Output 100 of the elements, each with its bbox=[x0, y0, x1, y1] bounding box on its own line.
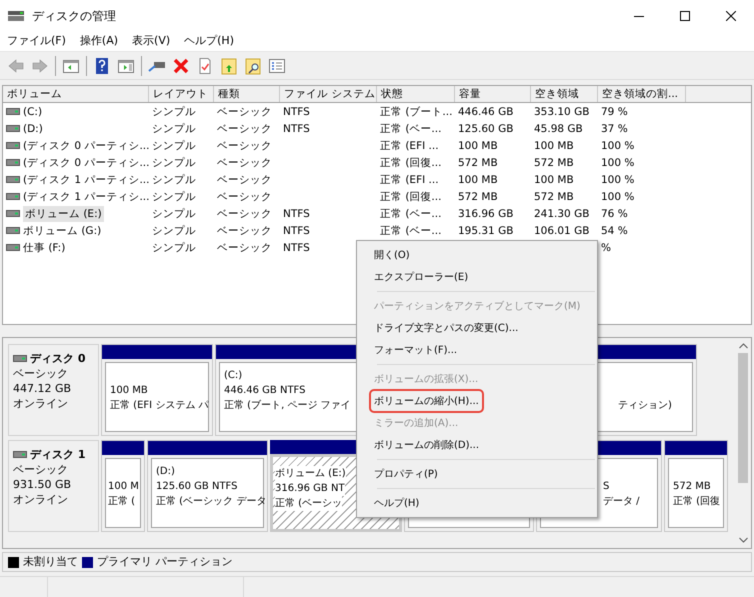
table-cell-text: シンプル bbox=[152, 156, 196, 170]
table-cell-text: 353.10 GB bbox=[534, 104, 590, 120]
partition-text: データ / bbox=[603, 495, 640, 509]
partition-text: 446.46 GB NTFS bbox=[224, 384, 306, 398]
partition-block[interactable]: (D:) 125.60 GB NTFS 正常 (ベーシック データ bbox=[147, 440, 268, 532]
disk-info-panel[interactable]: ディスク 0 ベーシック 447.12 GB オンライン bbox=[8, 344, 99, 436]
table-cell-text: ベーシック bbox=[217, 156, 272, 170]
table-cell-text: NTFS bbox=[283, 240, 310, 256]
table-cell-text: 572 MB bbox=[458, 190, 498, 204]
table-cell-text: 572 MB bbox=[458, 156, 498, 170]
table-cell-text: 100 % bbox=[601, 138, 634, 154]
legend-label: プライマリ パーティション bbox=[97, 554, 232, 570]
disk-status: オンライン bbox=[13, 396, 69, 411]
partition-text: 572 MB bbox=[673, 480, 711, 494]
column-header[interactable]: 種類 bbox=[214, 86, 280, 102]
table-cell-text: 45.98 GB bbox=[534, 122, 583, 136]
partition-text: 125.60 GB NTFS bbox=[156, 480, 238, 494]
table-cell-text: 241.30 GB bbox=[534, 206, 590, 222]
disk-size: 447.12 GB bbox=[13, 381, 72, 396]
column-header[interactable]: 容量 bbox=[455, 86, 531, 102]
partition-text: 正常 (回復 bbox=[673, 494, 720, 509]
table-cell-text: NTFS bbox=[283, 224, 310, 238]
table-cell-text: ベーシック bbox=[217, 240, 272, 256]
table-cell-text: ベーシック bbox=[217, 138, 272, 154]
table-cell-text: ベーシック bbox=[217, 190, 272, 204]
menu-item[interactable]: エクスプローラー(E) bbox=[371, 267, 472, 287]
partition-text: 100 M bbox=[108, 480, 139, 494]
table-cell-text: シンプル bbox=[152, 240, 196, 256]
table-cell-text: シンプル bbox=[152, 172, 196, 188]
legend-label: 未割り当て bbox=[23, 554, 78, 570]
disk-size: 931.50 GB bbox=[13, 477, 72, 492]
table-cell-text: シンプル bbox=[152, 104, 196, 120]
table-cell-text: シンプル bbox=[152, 122, 196, 136]
partition-text: 正常 (ベーシック データ bbox=[156, 494, 266, 509]
table-cell-text: 54 % bbox=[601, 224, 628, 238]
table-cell-text: ボリューム (G:) bbox=[23, 224, 102, 238]
menu-item[interactable]: ヘルプ(H) bbox=[177, 32, 241, 52]
table-cell-text: ベーシック bbox=[217, 122, 272, 136]
table-cell-text: 100 MB bbox=[534, 172, 574, 188]
partition-text: 正常 ( bbox=[108, 494, 136, 509]
menu-item[interactable]: フォーマット(F)... bbox=[371, 340, 460, 360]
table-cell-text: (ディスク 1 パーティシ... bbox=[23, 172, 150, 188]
partition-text: 316.96 GB NT bbox=[275, 481, 345, 496]
menu-item[interactable]: 操作(A) bbox=[72, 32, 126, 52]
table-cell-text: 37 % bbox=[601, 122, 628, 136]
table-cell-text: (ディスク 0 パーティシ... bbox=[23, 156, 150, 170]
table-cell-text: NTFS bbox=[283, 122, 310, 136]
table-cell-text: ベーシック bbox=[217, 172, 272, 188]
column-header[interactable]: 状態 bbox=[377, 86, 455, 102]
table-cell-text: シンプル bbox=[152, 224, 196, 238]
table-cell-text: NTFS bbox=[283, 104, 310, 120]
column-header[interactable]: 空き領域 bbox=[531, 86, 598, 102]
partition-text: 正常 (EFI システム パ bbox=[110, 398, 208, 413]
table-cell-text: (D:) bbox=[23, 122, 43, 136]
partition-text: 正常 (ベーシッ bbox=[275, 496, 342, 511]
disk-name: ディスク 1 bbox=[30, 447, 86, 462]
table-cell-text: ベーシック bbox=[217, 104, 272, 120]
table-cell-text: 79 % bbox=[601, 104, 628, 120]
menu-item[interactable]: ボリュームの縮小(H)... bbox=[371, 391, 482, 411]
table-cell-text: 100 MB bbox=[534, 138, 574, 154]
table-cell-text: (ディスク 0 パーティシ... bbox=[23, 138, 150, 154]
table-cell-text: 100 MB bbox=[458, 172, 498, 188]
column-header[interactable]: 空き領域の割... bbox=[598, 86, 686, 102]
partition-text: (D:) bbox=[156, 465, 175, 479]
column-header[interactable]: レイアウト bbox=[149, 86, 214, 102]
partition-block[interactable]: 100 M 正常 ( bbox=[101, 440, 145, 532]
table-cell-text: 316.96 GB bbox=[458, 206, 514, 222]
table-cell-text: 100 % bbox=[601, 172, 634, 188]
table-cell-text: ベーシック bbox=[217, 224, 272, 238]
table-cell-text: 正常 (EFI ... bbox=[380, 138, 439, 154]
table-cell-text: シンプル bbox=[152, 138, 196, 154]
menu-item[interactable]: ファイル(F) bbox=[0, 32, 73, 52]
partition-block[interactable]: 100 MB 正常 (EFI システム パ bbox=[101, 344, 213, 436]
table-cell-text: 正常 (回復... bbox=[380, 156, 442, 170]
partition-text: S bbox=[603, 480, 610, 494]
disk-type: ベーシック bbox=[13, 366, 69, 381]
table-cell-text: 195.31 GB bbox=[458, 224, 514, 238]
table-cell-text: 100 MB bbox=[458, 138, 498, 154]
column-header[interactable]: ファイル システム bbox=[280, 86, 377, 102]
table-cell-text: 正常 (回復... bbox=[380, 190, 442, 204]
table-cell-text: 仕事 (F:) bbox=[23, 240, 66, 256]
table-cell-text: NTFS bbox=[283, 206, 310, 222]
table-cell-text: (C:) bbox=[23, 104, 42, 120]
table-cell-text: 572 MB bbox=[534, 190, 574, 204]
menu-item[interactable]: 表示(V) bbox=[125, 32, 178, 52]
table-cell-text: 125.60 GB bbox=[458, 122, 514, 136]
partition-text: (C:) bbox=[224, 369, 242, 383]
disk-type: ベーシック bbox=[13, 462, 69, 477]
menu-item[interactable]: 開く(O) bbox=[371, 245, 413, 265]
table-cell-text: 76 % bbox=[601, 206, 628, 222]
table-cell-text: 100 % bbox=[601, 190, 634, 204]
table-cell-text: ベーシック bbox=[217, 206, 272, 222]
column-header[interactable]: ボリューム bbox=[3, 86, 149, 102]
menu-item[interactable]: ドライブ文字とパスの変更(C)... bbox=[371, 318, 522, 338]
partition-text: ティション) bbox=[618, 399, 672, 413]
partition-block[interactable]: 572 MB 正常 (回復 bbox=[664, 440, 728, 532]
partition-text: 100 MB bbox=[110, 384, 148, 398]
disk-name: ディスク 0 bbox=[30, 351, 86, 366]
table-cell-text: 100 % bbox=[601, 156, 634, 170]
disk-info-panel[interactable]: ディスク 1 ベーシック 931.50 GB オンライン bbox=[8, 440, 99, 532]
